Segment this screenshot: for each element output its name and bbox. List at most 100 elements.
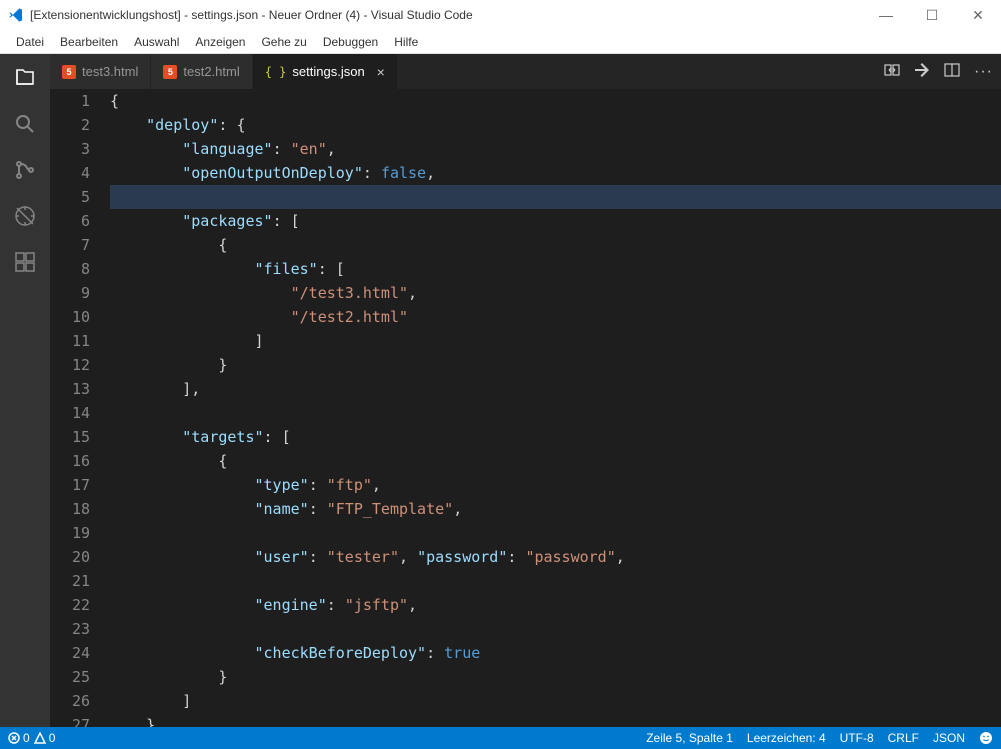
code-line[interactable]: {: [110, 449, 1001, 473]
line-number: 17: [50, 473, 90, 497]
code-line[interactable]: }: [110, 665, 1001, 689]
code-line[interactable]: [110, 617, 1001, 641]
line-number: 21: [50, 569, 90, 593]
code-line[interactable]: "type": "ftp",: [110, 473, 1001, 497]
line-number: 8: [50, 257, 90, 281]
tab-label: test2.html: [183, 64, 239, 79]
code-line[interactable]: "openOutputOnDeploy": false,: [110, 161, 1001, 185]
line-number: 7: [50, 233, 90, 257]
code-content[interactable]: { "deploy": { "language": "en", "openOut…: [110, 89, 1001, 727]
html-file-icon: 5: [163, 65, 177, 79]
maximize-button[interactable]: ☐: [909, 0, 955, 30]
code-line[interactable]: ]: [110, 689, 1001, 713]
code-line[interactable]: [110, 569, 1001, 593]
tab-label: test3.html: [82, 64, 138, 79]
code-line[interactable]: {: [110, 89, 1001, 113]
line-number: 18: [50, 497, 90, 521]
minimize-button[interactable]: —: [863, 0, 909, 30]
code-line[interactable]: "engine": "jsftp",: [110, 593, 1001, 617]
line-number: 14: [50, 401, 90, 425]
search-icon[interactable]: [11, 110, 39, 138]
open-changes-icon[interactable]: [914, 62, 930, 81]
line-number: 9: [50, 281, 90, 305]
line-number: 10: [50, 305, 90, 329]
code-line[interactable]: "deploy": {: [110, 113, 1001, 137]
split-editor-icon[interactable]: [944, 62, 960, 81]
line-number: 3: [50, 137, 90, 161]
code-line[interactable]: "name": "FTP_Template",: [110, 497, 1001, 521]
line-number: 6: [50, 209, 90, 233]
code-line[interactable]: "/test3.html",: [110, 281, 1001, 305]
menu-auswahl[interactable]: Auswahl: [126, 30, 187, 53]
window-title: [Extensionentwicklungshost] - settings.j…: [30, 8, 863, 22]
more-icon[interactable]: ···: [974, 63, 993, 81]
code-line[interactable]: [110, 401, 1001, 425]
code-line[interactable]: "packages": [: [110, 209, 1001, 233]
eol[interactable]: CRLF: [888, 731, 919, 745]
errors-item[interactable]: 0: [8, 731, 30, 745]
line-number: 19: [50, 521, 90, 545]
indentation[interactable]: Leerzeichen: 4: [747, 731, 826, 745]
editor[interactable]: 1234567891011121314151617181920212223242…: [50, 89, 1001, 727]
warnings-item[interactable]: 0: [34, 731, 56, 745]
menu-hilfe[interactable]: Hilfe: [386, 30, 426, 53]
line-number: 23: [50, 617, 90, 641]
code-line[interactable]: [110, 185, 1001, 209]
code-line[interactable]: "checkBeforeDeploy": true: [110, 641, 1001, 665]
vscode-logo-icon: [8, 7, 24, 23]
code-line[interactable]: "files": [: [110, 257, 1001, 281]
feedback-icon[interactable]: [979, 731, 993, 745]
code-line[interactable]: [110, 521, 1001, 545]
line-number: 26: [50, 689, 90, 713]
line-number: 27: [50, 713, 90, 727]
tab-actions: ···: [884, 54, 1001, 89]
line-number: 22: [50, 593, 90, 617]
code-line[interactable]: "language": "en",: [110, 137, 1001, 161]
tab-label: settings.json: [292, 64, 364, 79]
source-control-icon[interactable]: [11, 156, 39, 184]
tab-settings-json[interactable]: { } settings.json ×: [253, 54, 398, 89]
activity-bar: [0, 54, 50, 727]
line-number: 15: [50, 425, 90, 449]
line-number: 13: [50, 377, 90, 401]
line-number: 11: [50, 329, 90, 353]
close-button[interactable]: ✕: [955, 0, 1001, 30]
html-file-icon: 5: [62, 65, 76, 79]
code-line[interactable]: "/test2.html": [110, 305, 1001, 329]
close-tab-icon[interactable]: ×: [377, 64, 385, 80]
line-number: 24: [50, 641, 90, 665]
tab-test3-html[interactable]: 5 test3.html: [50, 54, 151, 89]
cursor-position[interactable]: Zeile 5, Spalte 1: [646, 731, 733, 745]
code-line[interactable]: {: [110, 233, 1001, 257]
tab-test2-html[interactable]: 5 test2.html: [151, 54, 252, 89]
titlebar: [Extensionentwicklungshost] - settings.j…: [0, 0, 1001, 30]
menu-gehe zu[interactable]: Gehe zu: [253, 30, 314, 53]
json-file-icon: { }: [265, 65, 287, 79]
menu-bearbeiten[interactable]: Bearbeiten: [52, 30, 126, 53]
code-line[interactable]: "user": "tester", "password": "password"…: [110, 545, 1001, 569]
code-line[interactable]: }: [110, 353, 1001, 377]
menu-datei[interactable]: Datei: [8, 30, 52, 53]
line-number: 20: [50, 545, 90, 569]
debug-icon[interactable]: [11, 202, 39, 230]
language-mode[interactable]: JSON: [933, 731, 965, 745]
code-line[interactable]: ]: [110, 329, 1001, 353]
line-number: 2: [50, 113, 90, 137]
line-number: 25: [50, 665, 90, 689]
code-line[interactable]: ],: [110, 377, 1001, 401]
code-line[interactable]: }: [110, 713, 1001, 727]
menu-debuggen[interactable]: Debuggen: [315, 30, 386, 53]
tab-bar: 5test3.html5test2.html{ }settings.json× …: [50, 54, 1001, 89]
encoding[interactable]: UTF-8: [840, 731, 874, 745]
line-number: 4: [50, 161, 90, 185]
line-number: 5: [50, 185, 90, 209]
line-number: 16: [50, 449, 90, 473]
menubar: DateiBearbeitenAuswahlAnzeigenGehe zuDeb…: [0, 30, 1001, 54]
compare-icon[interactable]: [884, 62, 900, 81]
line-gutter: 1234567891011121314151617181920212223242…: [50, 89, 110, 727]
line-number: 1: [50, 89, 90, 113]
code-line[interactable]: "targets": [: [110, 425, 1001, 449]
menu-anzeigen[interactable]: Anzeigen: [187, 30, 253, 53]
explorer-icon[interactable]: [11, 64, 39, 92]
extensions-icon[interactable]: [11, 248, 39, 276]
